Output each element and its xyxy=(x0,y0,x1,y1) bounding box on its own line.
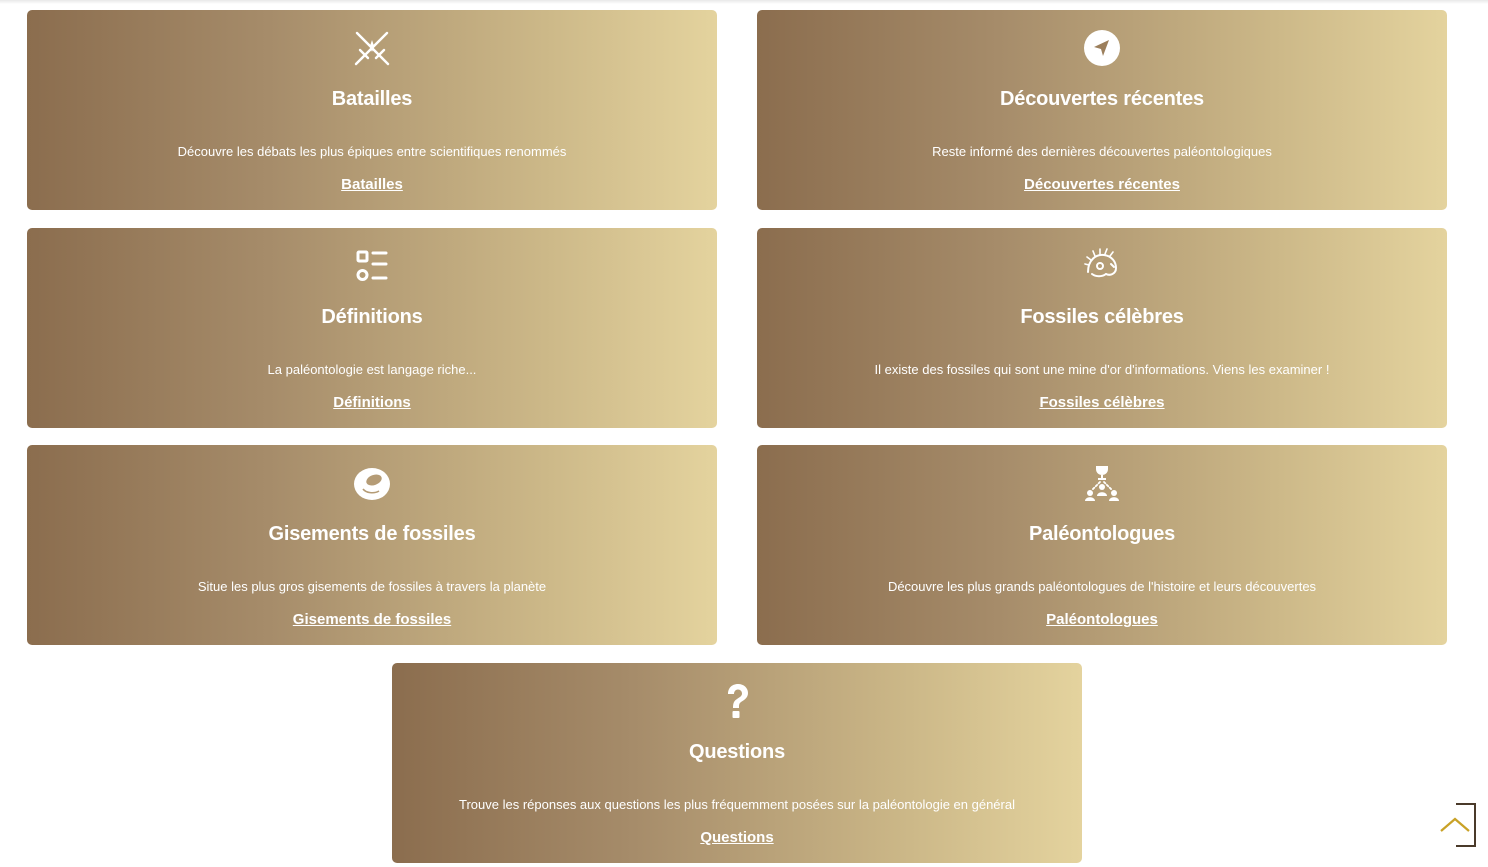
card-description: Il existe des fossiles qui sont une mine… xyxy=(874,362,1330,377)
chevron-up-icon xyxy=(1440,803,1476,847)
card-gisements-de-fossiles: Gisements de fossiles Situe les plus gro… xyxy=(27,445,717,645)
card-link-decouvertes-recentes[interactable]: Découvertes récentes xyxy=(757,176,1447,193)
card-link-definitions[interactable]: Définitions xyxy=(27,394,717,411)
card-link-batailles[interactable]: Batailles xyxy=(27,176,717,193)
card-link-questions[interactable]: Questions xyxy=(392,829,1082,846)
card-title: Définitions xyxy=(321,306,423,328)
card-title: Questions xyxy=(689,741,785,763)
card-description: Situe les plus gros gisements de fossile… xyxy=(197,579,547,594)
question-mark-icon xyxy=(717,681,757,721)
card-title: Paléontologues xyxy=(1028,523,1176,545)
scroll-to-top-button[interactable] xyxy=(1438,803,1476,847)
card-definitions: Définitions La paléontologie est langage… xyxy=(27,228,717,428)
location-arrow-icon xyxy=(1082,28,1122,68)
people-trophy-icon xyxy=(1082,463,1122,503)
card-description: Découvre les débats les plus épiques ent… xyxy=(177,144,567,159)
card-paleontologues: Paléontologues Découvre les plus grands … xyxy=(757,445,1447,645)
card-link-fossiles-celebres[interactable]: Fossiles célèbres xyxy=(757,394,1447,411)
card-batailles: Batailles Découvre les débats les plus é… xyxy=(27,10,717,210)
card-title: Batailles xyxy=(331,88,413,110)
card-decouvertes-recentes: Découvertes récentes Reste informé des d… xyxy=(757,10,1447,210)
crossed-swords-icon xyxy=(352,28,392,68)
card-description: Découvre les plus grands paléontologues … xyxy=(887,579,1317,594)
card-description: Trouve les réponses aux questions les pl… xyxy=(459,797,1015,812)
card-description: Reste informé des dernières découvertes … xyxy=(932,144,1272,159)
card-link-gisements-de-fossiles[interactable]: Gisements de fossiles xyxy=(27,611,717,628)
card-description: La paléontologie est langage riche... xyxy=(267,362,477,377)
card-title: Découvertes récentes xyxy=(1000,88,1204,110)
list-shapes-icon xyxy=(352,246,392,286)
card-fossiles-celebres: Fossiles célèbres Il existe des fossiles… xyxy=(757,228,1447,428)
header-shadow xyxy=(0,0,1488,4)
dinosaur-head-icon xyxy=(1082,246,1122,286)
card-questions: Questions Trouve les réponses aux questi… xyxy=(392,663,1082,863)
card-title: Gisements de fossiles xyxy=(268,523,476,545)
card-link-paleontologues[interactable]: Paléontologues xyxy=(757,611,1447,628)
card-title: Fossiles célèbres xyxy=(1020,306,1184,328)
egg-icon xyxy=(352,463,392,503)
